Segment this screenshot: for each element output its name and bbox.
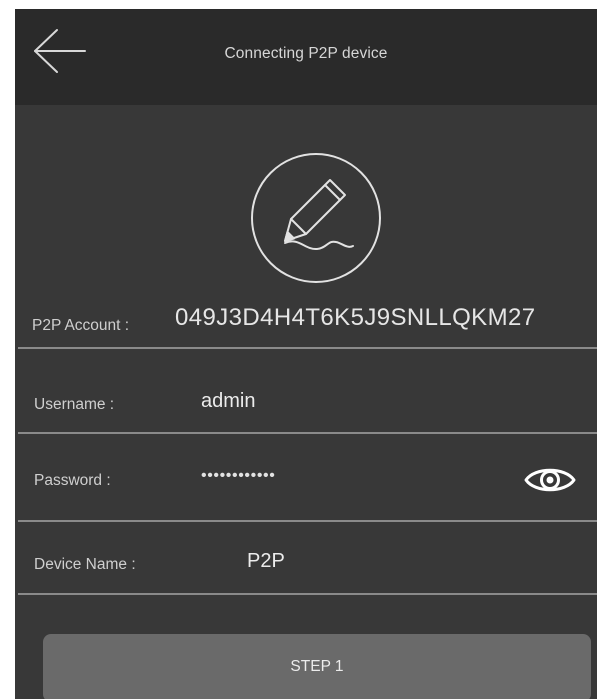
- pencil-signature-icon: [251, 153, 381, 283]
- divider: [18, 593, 597, 595]
- top-bar: Connecting P2P device: [15, 9, 597, 105]
- password-value: ••••••••••••: [201, 467, 276, 484]
- toggle-password-button[interactable]: [523, 463, 577, 497]
- username-field[interactable]: admin: [191, 384, 521, 424]
- username-value: admin: [201, 390, 256, 412]
- device-name-value: P2P: [247, 550, 285, 572]
- p2p-account-value: 049J3D4H4T6K5J9SNLLQKM27: [175, 304, 536, 331]
- username-label: Username :: [34, 396, 115, 413]
- device-name-label: Device Name :: [34, 556, 136, 573]
- divider: [18, 432, 597, 434]
- step-1-button[interactable]: STEP 1: [43, 634, 591, 699]
- password-label: Password :: [34, 472, 111, 489]
- p2p-account-label: P2P Account :: [32, 317, 130, 334]
- p2p-account-row: P2P Account : 049J3D4H4T6K5J9SNLLQKM27: [15, 299, 597, 347]
- device-name-field[interactable]: P2P: [235, 543, 535, 583]
- page-title: Connecting P2P device: [224, 45, 388, 62]
- app-screen: Connecting P2P device P2P Account : 049J…: [15, 9, 597, 699]
- divider: [18, 347, 597, 349]
- device-avatar: [249, 151, 383, 285]
- eye-icon: [524, 468, 576, 492]
- divider: [18, 520, 597, 522]
